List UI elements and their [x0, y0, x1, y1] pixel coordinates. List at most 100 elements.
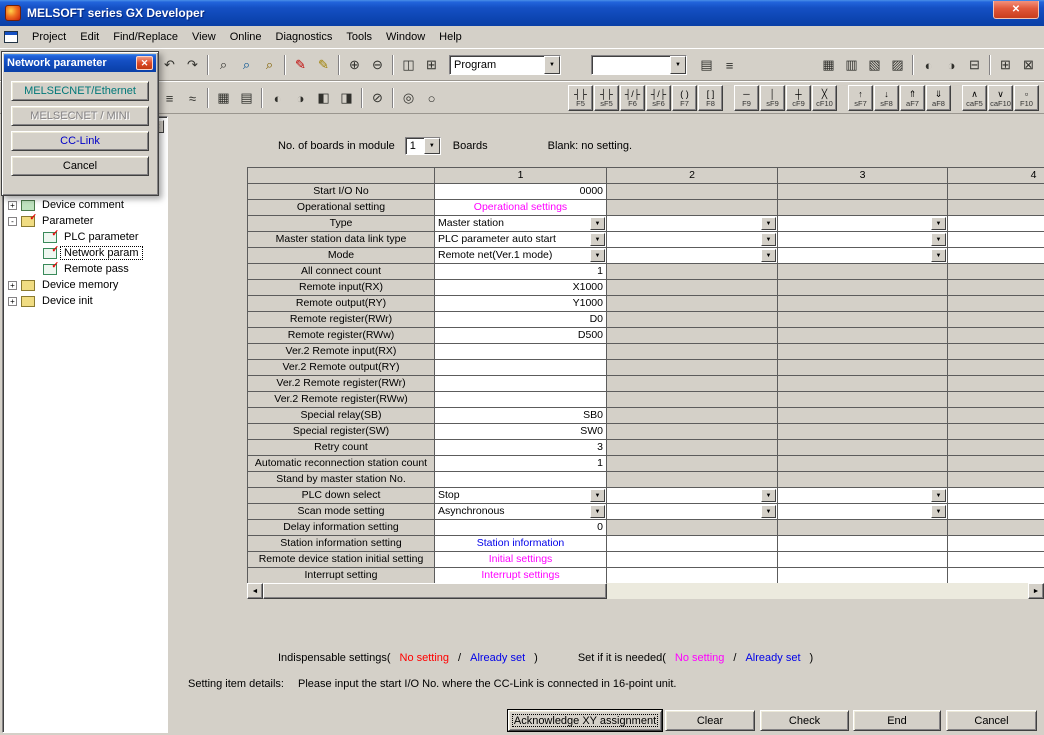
dropdown-arrow-icon[interactable]: ▼	[761, 249, 776, 262]
empty-cell[interactable]	[607, 568, 778, 584]
dropdown-arrow-icon[interactable]: ▼	[424, 138, 440, 154]
boards-count-dropdown[interactable]: 1 ▼	[405, 137, 441, 155]
monitor-start-icon[interactable]: ◐	[917, 54, 940, 77]
ladder-symbol-f5-button[interactable]: ┤├F5	[568, 85, 593, 111]
redo-icon[interactable]: ↷	[181, 54, 204, 77]
delete-row-icon[interactable]: ⊠	[1017, 54, 1040, 77]
dropdown-arrow-icon[interactable]: ▼	[931, 217, 946, 230]
device-test-icon[interactable]: ⊟	[963, 54, 986, 77]
dropdown-arrow-icon[interactable]: ▼	[544, 56, 560, 74]
scroll-right-icon[interactable]: ►	[1028, 583, 1044, 599]
dropdown-arrow-icon[interactable]: ▼	[761, 489, 776, 502]
comment-edit-icon[interactable]: ≡	[158, 87, 181, 110]
instruction-list-mode-icon[interactable]: ▤	[235, 87, 258, 110]
value-special-register-sw[interactable]: SW0	[435, 424, 607, 440]
dropdown-arrow-icon[interactable]: ▼	[931, 249, 946, 262]
dropdown-mode[interactable]: Remote net(Ver.1 mode)▼	[435, 248, 607, 264]
write-mode-icon[interactable]: ◨	[335, 87, 358, 110]
monitor-mode-icon[interactable]: ◐	[266, 87, 289, 110]
program-select[interactable]: Program▼	[449, 55, 561, 75]
value-stand-by-master-station-no[interactable]	[435, 472, 607, 488]
check-button[interactable]: Check	[760, 710, 849, 731]
value-remote-input-rx[interactable]: X1000	[435, 280, 607, 296]
ladder-symbol-cf9-button[interactable]: ┼cF9	[786, 85, 811, 111]
menu-window[interactable]: Window	[379, 28, 432, 46]
menu-diagnostics[interactable]: Diagnostics	[269, 28, 340, 46]
ladder-edit-icon[interactable]: ✎	[289, 54, 312, 77]
tree-item-device-init[interactable]: +Device init	[3, 293, 167, 309]
expand-icon[interactable]: +	[8, 201, 17, 210]
ladder-mode-icon[interactable]: ▦	[212, 87, 235, 110]
cascade-windows-icon[interactable]: ◫	[397, 54, 420, 77]
dropdown-arrow-icon[interactable]: ▼	[590, 217, 605, 230]
statement-edit-icon[interactable]: ≈	[181, 87, 204, 110]
read-mode-icon[interactable]: ◧	[312, 87, 335, 110]
menu-edit[interactable]: Edit	[73, 28, 106, 46]
menu-help[interactable]: Help	[432, 28, 469, 46]
find-device-icon[interactable]: ⌕	[235, 54, 258, 77]
ladder-symbol-f9-button[interactable]: ─F9	[734, 85, 759, 111]
collapse-icon[interactable]: -	[8, 217, 17, 226]
empty-cell[interactable]	[948, 536, 1044, 552]
value-retry-count[interactable]: 3	[435, 440, 607, 456]
tree-item-label[interactable]: Parameter	[39, 215, 96, 227]
tree-item-label[interactable]: Device init	[39, 295, 96, 307]
empty-cell[interactable]	[607, 552, 778, 568]
value-remote-output-ry[interactable]: Y1000	[435, 296, 607, 312]
dropdown-arrow-icon[interactable]: ▼	[761, 505, 776, 518]
tree-item-label[interactable]: Network param	[61, 247, 142, 259]
dropdown-empty[interactable]: ▼	[778, 216, 948, 232]
setting-link-interrupt-settings[interactable]: Interrupt settings	[435, 568, 607, 584]
dialog-titlebar[interactable]: Network parameter ✕	[4, 54, 156, 72]
tree-item-label[interactable]: PLC parameter	[61, 231, 142, 243]
value-automatic-reconnection-station-count[interactable]: 1	[435, 456, 607, 472]
menu-tools[interactable]: Tools	[339, 28, 379, 46]
empty-cell[interactable]	[948, 552, 1044, 568]
tree-item-label[interactable]: Device memory	[39, 279, 121, 291]
ladder-symbol-cf10-button[interactable]: ╳cF10	[812, 85, 837, 111]
dropdown-master-station-data-link-type[interactable]: PLC parameter auto start▼	[435, 232, 607, 248]
dropdown-empty[interactable]: ▼	[607, 488, 778, 504]
monitor-stop-icon[interactable]: ◑	[940, 54, 963, 77]
dropdown-empty[interactable]: ▼	[948, 504, 1044, 520]
empty-cell[interactable]	[778, 568, 948, 584]
tree-item-remote-pass[interactable]: ✓Remote pass	[3, 261, 167, 277]
zoom-out-icon[interactable]: ⊖	[366, 54, 389, 77]
ladder-symbol-af8-button[interactable]: ⇓aF8	[926, 85, 951, 111]
dropdown-empty[interactable]: ▼	[607, 504, 778, 520]
setting-link-initial-settings[interactable]: Initial settings	[435, 552, 607, 568]
horizontal-scrollbar[interactable]: ◄ ►	[247, 583, 1044, 599]
dropdown-arrow-icon[interactable]: ▼	[761, 217, 776, 230]
entry-data-monitor-icon[interactable]: ▧	[863, 54, 886, 77]
documentation-icon[interactable]: ✎	[312, 54, 335, 77]
value-all-connect-count[interactable]: 1	[435, 264, 607, 280]
dropdown-empty[interactable]: ▼	[948, 488, 1044, 504]
value-ver-2-remote-output-ry[interactable]	[435, 360, 607, 376]
ladder-symbol-f10-button[interactable]: ▫F10	[1014, 85, 1039, 111]
menu-view[interactable]: View	[185, 28, 223, 46]
dialog-close-button[interactable]: ✕	[136, 56, 153, 70]
insert-row-icon[interactable]: ⊞	[994, 54, 1017, 77]
acknowledge-xy-assignment-button[interactable]: Acknowledge XY assignment	[508, 710, 662, 731]
zoom-in-icon[interactable]: ⊕	[343, 54, 366, 77]
tree-item-network-param[interactable]: ✓Network param	[3, 245, 167, 261]
dropdown-type[interactable]: Master station▼	[435, 216, 607, 232]
dropdown-arrow-icon[interactable]: ▼	[761, 233, 776, 246]
dropdown-empty[interactable]: ▼	[948, 232, 1044, 248]
value-remote-register-rwr[interactable]: D0	[435, 312, 607, 328]
ladder-symbol-f7-button[interactable]: ( )F7	[672, 85, 697, 111]
dropdown-plc-down-select[interactable]: Stop▼	[435, 488, 607, 504]
dropdown-arrow-icon[interactable]: ▼	[590, 233, 605, 246]
value-start-i-o-no[interactable]: 0000	[435, 184, 607, 200]
window-close-button[interactable]: ✕	[993, 1, 1039, 19]
ladder-symbol-sf5-button[interactable]: ┤├sF5	[594, 85, 619, 111]
cancel-button[interactable]: Cancel	[946, 710, 1037, 731]
dropdown-arrow-icon[interactable]: ▼	[931, 505, 946, 518]
value-special-relay-sb[interactable]: SB0	[435, 408, 607, 424]
find-icon[interactable]: ⌕	[212, 54, 235, 77]
cc-link-button[interactable]: CC-Link	[11, 131, 149, 151]
value-ver-2-remote-register-rwr[interactable]	[435, 376, 607, 392]
empty-cell[interactable]	[778, 536, 948, 552]
dropdown-arrow-icon[interactable]: ▼	[670, 56, 686, 74]
project-data-list-icon[interactable]: ▤	[695, 54, 718, 77]
